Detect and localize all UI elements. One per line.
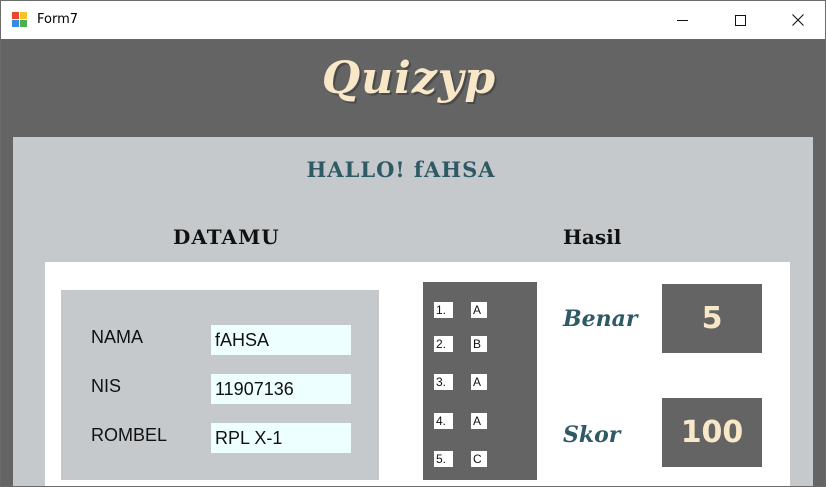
answer-number: 1. <box>434 302 453 318</box>
benar-value-box: 5 <box>662 284 762 353</box>
minimize-icon <box>676 19 688 21</box>
minimize-button[interactable] <box>653 1 711 39</box>
answers-box: 1. A 2. B 3. A 4. A 5. C <box>423 282 537 480</box>
answer-number: 5. <box>434 451 453 467</box>
form-window: Form7 Quizyp HALLO! fAHSA DATAMU Hasil N… <box>0 0 826 487</box>
answer-letter: A <box>471 302 487 318</box>
datamu-title: DATAMU <box>173 225 280 249</box>
content-area: NAMA fAHSA NIS 11907136 ROMBEL RPL X-1 1… <box>45 262 790 486</box>
answer-letter: A <box>471 413 487 429</box>
close-icon <box>792 14 804 26</box>
maximize-button[interactable] <box>711 1 769 39</box>
maximize-icon <box>734 14 746 26</box>
student-data-box: NAMA fAHSA NIS 11907136 ROMBEL RPL X-1 <box>61 290 379 480</box>
greeting-label: HALLO! fAHSA <box>306 157 496 182</box>
header-banner: Quizyp <box>1 39 825 137</box>
hasil-title: Hasil <box>563 225 622 249</box>
windows-form-icon <box>12 12 28 28</box>
nis-label: NIS <box>91 376 122 396</box>
rombel-field[interactable]: RPL X-1 <box>211 423 351 453</box>
nis-field[interactable]: 11907136 <box>211 374 351 404</box>
skor-label: Skor <box>563 422 621 448</box>
answer-letter: A <box>471 374 487 390</box>
answer-letter: C <box>471 451 487 467</box>
answer-number: 4. <box>434 413 453 429</box>
answer-letter: B <box>471 336 487 352</box>
close-button[interactable] <box>769 1 825 39</box>
main-panel: HALLO! fAHSA DATAMU Hasil NAMA fAHSA NIS… <box>13 137 813 486</box>
nama-field[interactable]: fAHSA <box>211 325 351 355</box>
nama-label: NAMA <box>91 327 144 347</box>
answer-number: 2. <box>434 336 453 352</box>
app-logo: Quizyp <box>321 53 497 104</box>
rombel-label: ROMBEL <box>91 425 168 445</box>
benar-label: Benar <box>563 306 638 332</box>
window-title: Form7 <box>37 12 79 27</box>
skor-value-box: 100 <box>662 398 762 467</box>
answer-number: 3. <box>434 374 453 390</box>
title-bar[interactable]: Form7 <box>1 1 825 39</box>
